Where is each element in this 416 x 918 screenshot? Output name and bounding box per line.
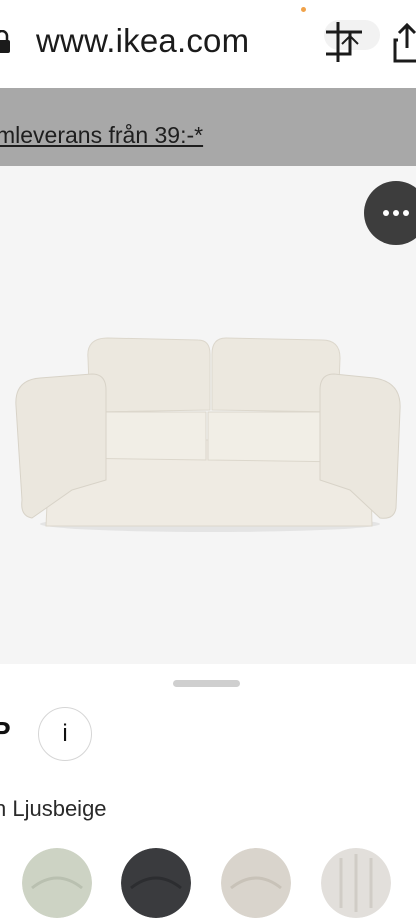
swatch-thumbnail-icon: [221, 848, 291, 918]
swatch-thumbnail-icon: [121, 848, 191, 918]
selected-color-label: n Ljusbeige: [0, 796, 107, 821]
info-button[interactable]: i: [38, 707, 92, 761]
swatch-thumbnail-icon: [321, 848, 391, 918]
browser-toolbar: www.ikea.com: [0, 0, 416, 88]
address-bar-url[interactable]: www.ikea.com: [36, 20, 249, 62]
color-swatch-green[interactable]: [22, 848, 92, 918]
product-image-sofa[interactable]: [10, 330, 406, 540]
recording-indicator: [301, 7, 306, 12]
color-swatch-beige[interactable]: [221, 848, 291, 918]
swatch-thumbnail-icon: [22, 848, 92, 918]
lock-icon: [0, 30, 10, 53]
color-swatch-light[interactable]: [321, 848, 391, 918]
color-swatch-dark-grey[interactable]: [121, 848, 191, 918]
sheet-drag-handle[interactable]: [173, 680, 240, 687]
ellipsis-icon: [383, 210, 389, 216]
promo-link[interactable]: mleverans från 39:-*: [0, 122, 203, 149]
share-icon[interactable]: [392, 20, 416, 64]
promo-banner: mleverans från 39:-*: [0, 88, 416, 166]
product-name: P: [0, 716, 11, 747]
crop-icon[interactable]: [320, 18, 382, 62]
